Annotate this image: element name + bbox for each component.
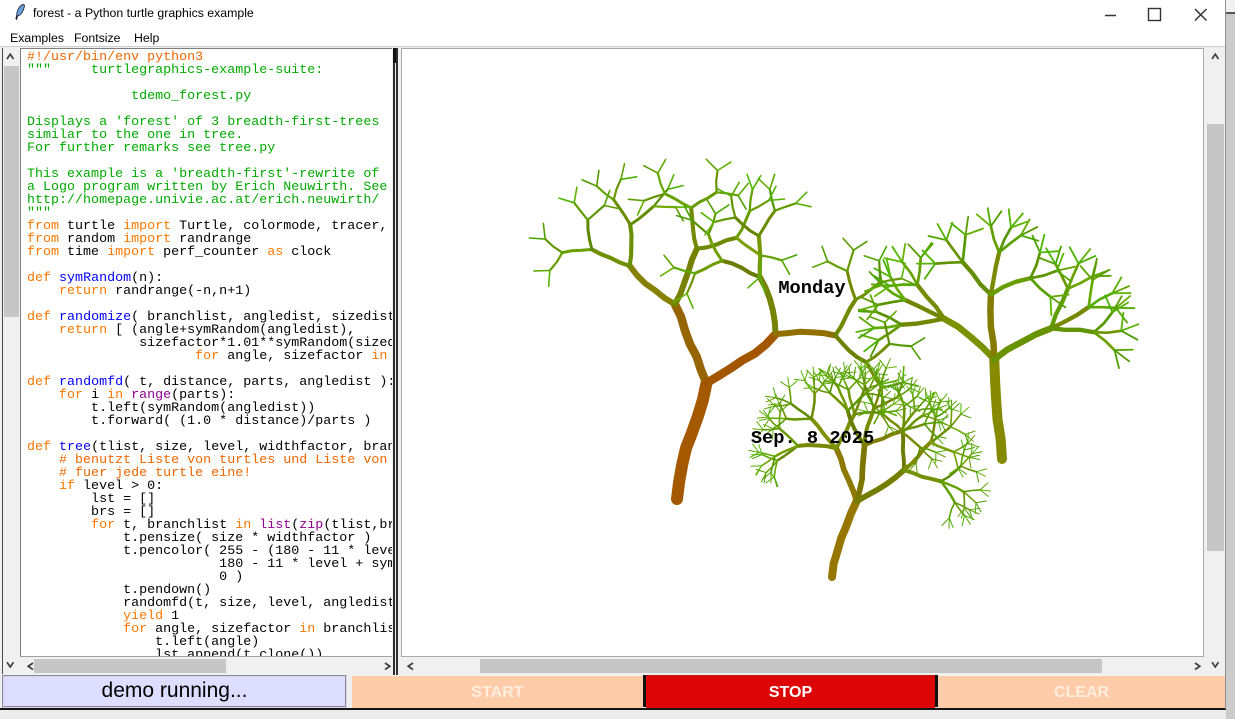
svg-text:Sep. 8 2025: Sep. 8 2025 [751, 427, 874, 449]
svg-text:Monday: Monday [778, 277, 845, 299]
